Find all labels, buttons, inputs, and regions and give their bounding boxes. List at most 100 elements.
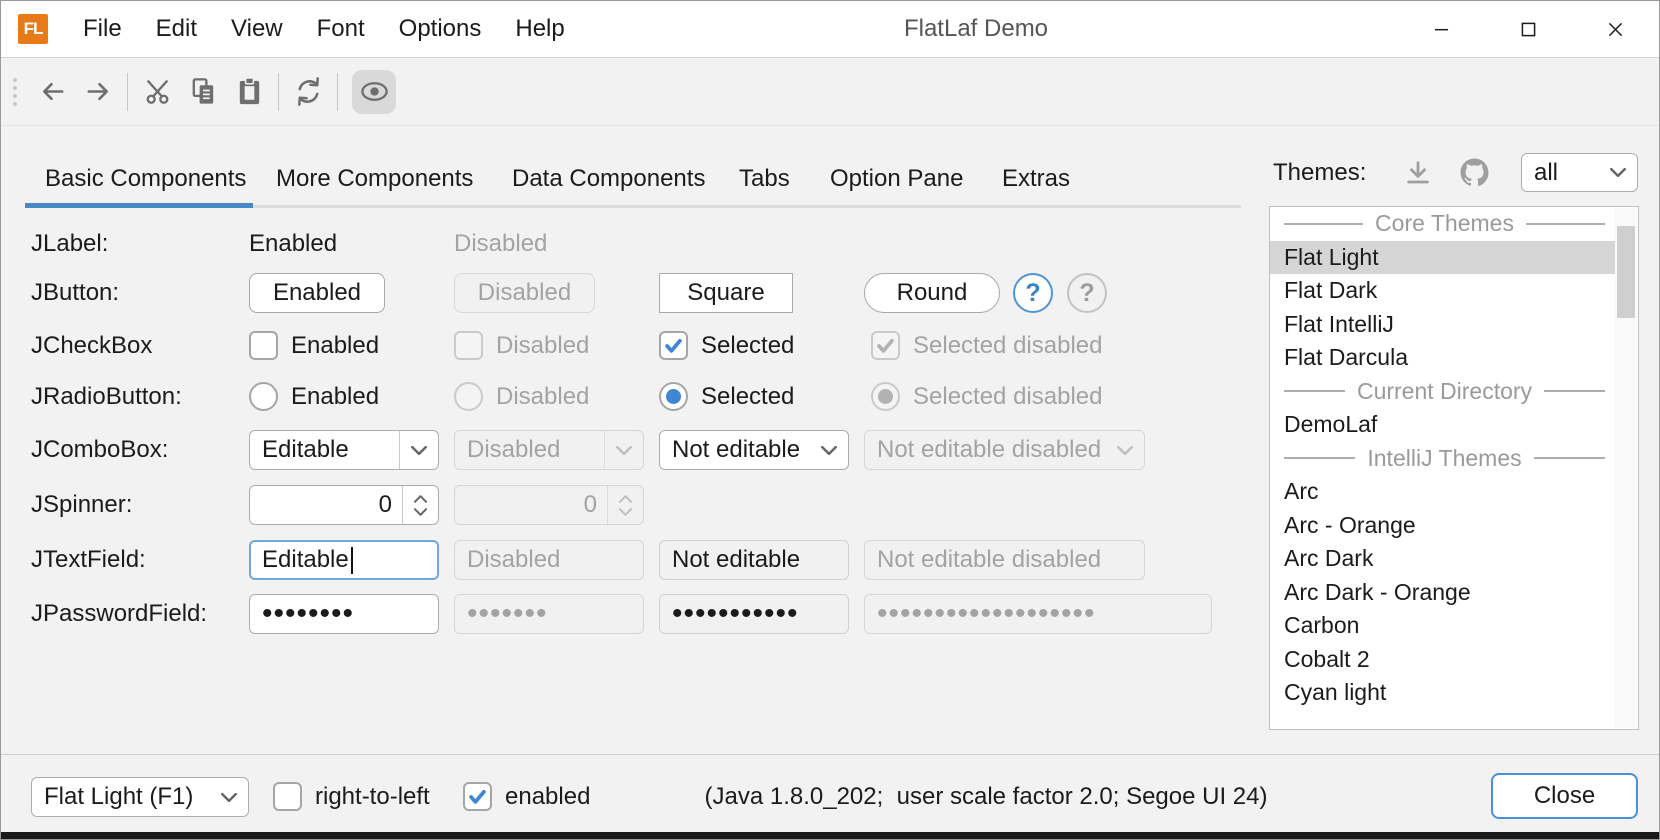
square-button[interactable]: Square bbox=[659, 273, 793, 313]
enabled-button[interactable]: Enabled bbox=[249, 273, 385, 313]
forward-button[interactable] bbox=[75, 70, 121, 114]
radio-selected[interactable]: Selected bbox=[659, 382, 794, 411]
right-to-left-checkbox[interactable]: right-to-left bbox=[273, 782, 430, 811]
theme-item-arc-orange[interactable]: Arc - Orange bbox=[1270, 509, 1615, 543]
separator-line bbox=[1284, 223, 1363, 225]
theme-item-flat-light[interactable]: Flat Light bbox=[1270, 241, 1615, 275]
radio-enabled[interactable]: Enabled bbox=[249, 382, 379, 411]
theme-item-demolaf[interactable]: DemoLaf bbox=[1270, 408, 1615, 442]
combobox-divider bbox=[399, 431, 400, 469]
jtextfield-row-label: JTextField: bbox=[31, 544, 146, 576]
textfield-value: Disabled bbox=[467, 546, 560, 574]
tab-option-pane[interactable]: Option Pane bbox=[830, 151, 963, 204]
chevron-down-icon bbox=[619, 508, 632, 516]
themes-list[interactable]: Core Themes Flat Light Flat Dark Flat In… bbox=[1269, 206, 1639, 730]
checkbox-label: enabled bbox=[505, 783, 590, 811]
theme-item-carbon[interactable]: Carbon bbox=[1270, 609, 1615, 643]
menu-edit[interactable]: Edit bbox=[139, 1, 214, 57]
show-preview-toggle[interactable] bbox=[352, 70, 396, 114]
tab-basic-components[interactable]: Basic Components bbox=[45, 151, 246, 204]
combobox-divider bbox=[604, 431, 605, 469]
toolbar-grip[interactable] bbox=[11, 77, 19, 107]
chevron-down-icon bbox=[1610, 168, 1626, 177]
combobox-editable[interactable]: Editable bbox=[249, 430, 439, 470]
disabled-button: Disabled bbox=[454, 273, 595, 313]
combobox-not-editable[interactable]: Not editable bbox=[659, 430, 849, 470]
laf-combobox[interactable]: Flat Light (F1) bbox=[31, 777, 249, 817]
spinner-enabled[interactable]: 0 bbox=[249, 485, 439, 525]
maximize-icon bbox=[1521, 22, 1536, 37]
refresh-button[interactable] bbox=[285, 70, 331, 114]
passwordfield-editable[interactable]: •••••••• bbox=[249, 594, 439, 634]
textfield-editable[interactable]: Editable bbox=[249, 540, 439, 580]
theme-item-arc-dark-orange[interactable]: Arc Dark - Orange bbox=[1270, 576, 1615, 610]
close-button[interactable]: Close bbox=[1491, 773, 1638, 819]
checkbox-label: Selected bbox=[701, 332, 794, 360]
jradiobutton-row-label: JRadioButton: bbox=[31, 381, 182, 413]
download-icon bbox=[1403, 159, 1433, 189]
separator-line bbox=[1534, 457, 1605, 459]
chevron-down-icon bbox=[221, 793, 237, 802]
theme-item-arc[interactable]: Arc bbox=[1270, 475, 1615, 509]
selected-tab-underline bbox=[25, 203, 253, 208]
radio-circle bbox=[249, 382, 278, 411]
theme-item-cobalt-2[interactable]: Cobalt 2 bbox=[1270, 643, 1615, 677]
themes-list-rows: Core Themes Flat Light Flat Dark Flat In… bbox=[1270, 207, 1615, 710]
theme-item-flat-dark[interactable]: Flat Dark bbox=[1270, 274, 1615, 308]
theme-item-arc-dark[interactable]: Arc Dark bbox=[1270, 542, 1615, 576]
menu-font[interactable]: Font bbox=[300, 1, 382, 57]
checkbox-box bbox=[463, 782, 492, 811]
textfield-not-editable[interactable]: Not editable bbox=[659, 540, 849, 580]
download-theme-button[interactable] bbox=[1403, 159, 1433, 189]
themes-scrollbar-thumb[interactable] bbox=[1617, 226, 1635, 318]
combobox-value: Not editable disabled bbox=[877, 436, 1101, 464]
tab-tabs[interactable]: Tabs bbox=[739, 151, 790, 204]
tab-data-components[interactable]: Data Components bbox=[512, 151, 705, 204]
tab-extras[interactable]: Extras bbox=[1002, 151, 1070, 204]
eye-icon bbox=[359, 76, 390, 107]
window-title: FlatLaf Demo bbox=[871, 1, 1081, 57]
chevron-down-icon bbox=[1117, 446, 1133, 455]
menu-file[interactable]: File bbox=[66, 1, 139, 57]
close-window-button[interactable] bbox=[1572, 1, 1659, 57]
menu-view[interactable]: View bbox=[214, 1, 300, 57]
chevron-up-icon bbox=[414, 495, 427, 503]
enabled-checkbox[interactable]: enabled bbox=[463, 782, 590, 811]
menu-help[interactable]: Help bbox=[498, 1, 581, 57]
copy-button[interactable] bbox=[180, 70, 226, 114]
themes-label: Themes: bbox=[1273, 157, 1366, 189]
spinner-buttons[interactable] bbox=[402, 486, 438, 524]
passwordfield-not-editable[interactable]: ••••••••••• bbox=[659, 594, 849, 634]
jspinner-row-label: JSpinner: bbox=[31, 489, 132, 521]
theme-item-flat-intellij[interactable]: Flat IntelliJ bbox=[1270, 308, 1615, 342]
laf-combobox-value: Flat Light (F1) bbox=[44, 783, 193, 811]
back-button[interactable] bbox=[29, 70, 75, 114]
github-button[interactable] bbox=[1459, 157, 1490, 188]
theme-item-cyan-light[interactable]: Cyan light bbox=[1270, 676, 1615, 710]
themes-scrollbar[interactable] bbox=[1615, 208, 1637, 728]
theme-separator: Core Themes bbox=[1270, 207, 1615, 241]
minimize-icon bbox=[1434, 22, 1449, 37]
jbutton-row-label: JButton: bbox=[31, 277, 119, 309]
check-icon bbox=[469, 790, 486, 804]
checkbox-selected[interactable]: Selected bbox=[659, 331, 794, 360]
tab-more-components[interactable]: More Components bbox=[276, 151, 473, 204]
menu-options[interactable]: Options bbox=[382, 1, 499, 57]
radio-label: Enabled bbox=[291, 383, 379, 411]
close-icon bbox=[1608, 22, 1623, 37]
paste-button[interactable] bbox=[226, 70, 272, 114]
theme-item-flat-darcula[interactable]: Flat Darcula bbox=[1270, 341, 1615, 375]
minimize-button[interactable] bbox=[1398, 1, 1485, 57]
round-button[interactable]: Round bbox=[864, 273, 1000, 313]
checkbox-box bbox=[249, 331, 278, 360]
spinner-disabled: 0 bbox=[454, 485, 644, 525]
radio-circle bbox=[871, 382, 900, 411]
password-dots: ••••••••••••••••••• bbox=[877, 597, 1096, 631]
textfield-disabled: Disabled bbox=[454, 540, 644, 580]
checkbox-disabled: Disabled bbox=[454, 331, 589, 360]
checkbox-enabled[interactable]: Enabled bbox=[249, 331, 379, 360]
cut-button[interactable] bbox=[134, 70, 180, 114]
maximize-button[interactable] bbox=[1485, 1, 1572, 57]
help-button[interactable]: ? bbox=[1013, 273, 1053, 313]
theme-filter-combobox[interactable]: all bbox=[1521, 153, 1638, 192]
